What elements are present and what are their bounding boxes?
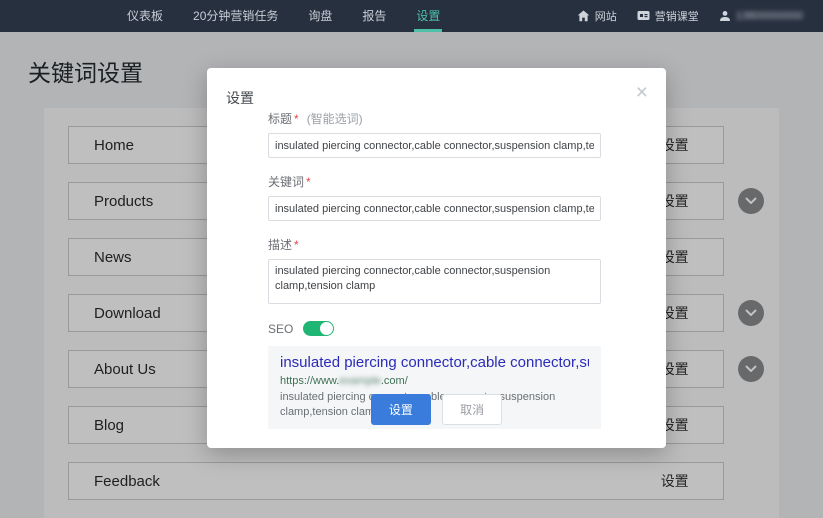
title-label-text: 标题 bbox=[268, 112, 292, 126]
required-mark: * bbox=[294, 238, 299, 252]
description-textarea[interactable]: insulated piercing connector,cable conne… bbox=[268, 259, 601, 304]
seo-toggle[interactable] bbox=[303, 321, 334, 336]
nav-inquiries[interactable]: 询盘 bbox=[293, 0, 347, 32]
required-mark: * bbox=[306, 175, 311, 189]
description-field-label: 描述* bbox=[268, 236, 601, 253]
keywords-input[interactable] bbox=[268, 196, 601, 221]
url-suffix: .com/ bbox=[381, 375, 408, 387]
toggle-knob bbox=[320, 322, 333, 335]
nav-reports[interactable]: 报告 bbox=[347, 0, 401, 32]
modal-title: 设置 bbox=[226, 88, 254, 108]
account-phone: 13800000000 bbox=[736, 10, 803, 22]
confirm-button[interactable]: 设置 bbox=[371, 394, 431, 425]
account-menu[interactable]: 13800000000 bbox=[709, 0, 813, 32]
title-field-label: 标题* (智能选词) bbox=[268, 110, 601, 127]
nav-dashboard[interactable]: 仪表板 bbox=[112, 0, 178, 32]
modal-footer: 设置 取消 bbox=[207, 394, 666, 425]
seo-label: SEO bbox=[268, 322, 293, 336]
url-prefix: https://www. bbox=[280, 375, 339, 387]
main-nav: 仪表板 20分钟营销任务 询盘 报告 设置 bbox=[112, 0, 455, 32]
marketing-classroom-label: 营销课堂 bbox=[655, 8, 699, 24]
url-domain-masked: example bbox=[339, 375, 381, 387]
keywords-field-label: 关键词* bbox=[268, 173, 601, 190]
user-icon bbox=[719, 10, 731, 22]
required-mark: * bbox=[294, 112, 299, 126]
settings-modal: 设置 × 标题*(智能选词) 关键词* 描述* insulated pierci… bbox=[207, 68, 666, 448]
nav-settings[interactable]: 设置 bbox=[401, 0, 455, 32]
modal-body: 标题*(智能选词) 关键词* 描述* insulated piercing co… bbox=[268, 110, 601, 429]
preview-url: https://www.example.com/ bbox=[280, 375, 589, 387]
description-label-text: 描述 bbox=[268, 238, 292, 252]
nav-marketing-tasks[interactable]: 20分钟营销任务 bbox=[178, 0, 293, 32]
topbar: 仪表板 20分钟营销任务 询盘 报告 设置 网站 营销课堂 1380000000… bbox=[0, 0, 823, 32]
close-icon[interactable]: × bbox=[636, 82, 648, 103]
marketing-classroom-link[interactable]: 营销课堂 bbox=[627, 0, 709, 32]
cancel-button[interactable]: 取消 bbox=[442, 394, 502, 425]
board-icon bbox=[637, 10, 650, 22]
smart-word-hint: (智能选词) bbox=[307, 112, 363, 126]
seo-row: SEO bbox=[268, 321, 601, 336]
title-input[interactable] bbox=[268, 133, 601, 158]
preview-title: insulated piercing connector,cable conne… bbox=[280, 354, 589, 373]
home-icon bbox=[577, 10, 590, 22]
keywords-label-text: 关键词 bbox=[268, 175, 304, 189]
website-link[interactable]: 网站 bbox=[567, 0, 627, 32]
website-label: 网站 bbox=[595, 8, 617, 24]
topbar-right: 网站 营销课堂 13800000000 bbox=[567, 0, 823, 32]
